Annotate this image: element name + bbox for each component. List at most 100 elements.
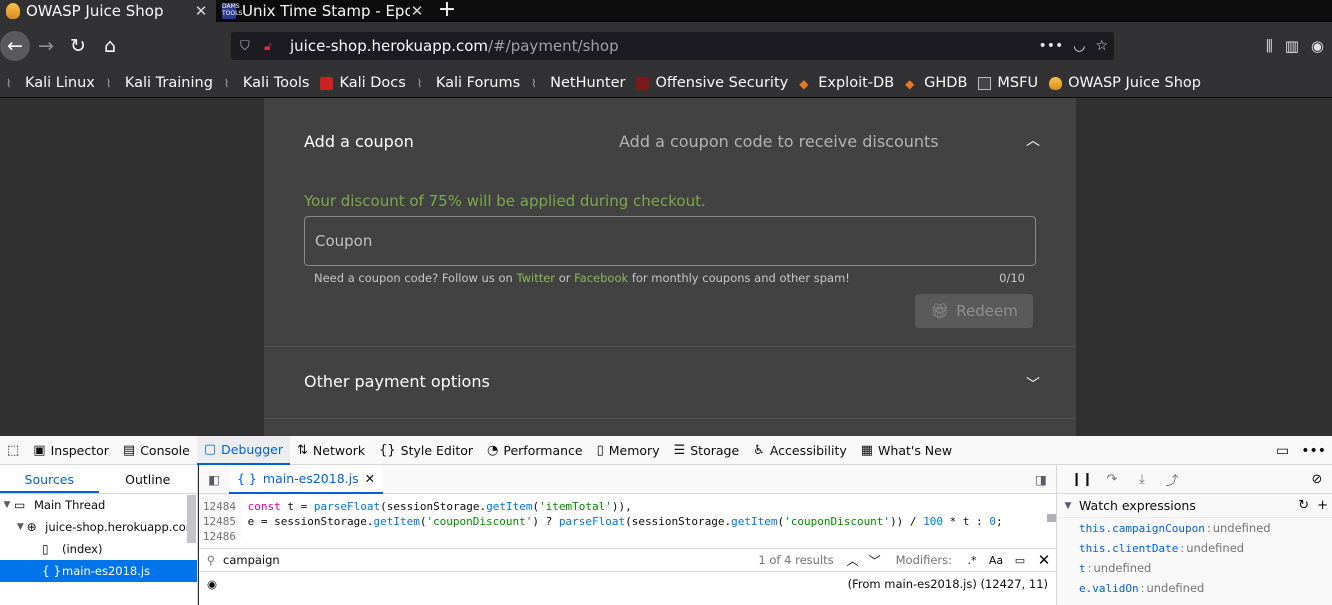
tab-console[interactable]: ▤ Console	[116, 436, 197, 465]
exploit-db-icon: ◆	[799, 76, 809, 91]
bookmark-nethunter[interactable]: ⌇ NetHunter	[531, 75, 625, 91]
tab-debugger[interactable]: ▢ Debugger	[196, 435, 290, 465]
browser-tab-juice-shop[interactable]: OWASP Juice Shop ✕	[0, 0, 216, 22]
close-tab-icon[interactable]: ✕	[410, 2, 424, 20]
bookmark-kali-forums[interactable]: ⌇ Kali Forums	[417, 75, 520, 91]
tab-storage[interactable]: ☰ Storage	[667, 436, 747, 465]
watch-item[interactable]: this.clientDate: undefined	[1057, 538, 1332, 558]
bookmark-kali-linux[interactable]: ⌇ Kali Linux	[6, 75, 95, 91]
memory-icon: ▯	[596, 442, 604, 458]
tab-network[interactable]: ⇅ Network	[290, 436, 372, 465]
watch-item[interactable]: this.campaignCoupon: undefined	[1057, 518, 1332, 538]
tree-host[interactable]: ▼ ⊕ juice-shop.herokuapp.com	[0, 516, 197, 538]
deactivate-breakpoints-icon[interactable]: ⊘	[1302, 472, 1332, 487]
performance-icon: ◔	[487, 442, 499, 458]
new-tab-button[interactable]: +	[432, 0, 462, 22]
expand-arrow-icon[interactable]: ▼	[14, 522, 27, 532]
expand-arrow-icon[interactable]: ▼	[0, 500, 14, 510]
tab-inspector[interactable]: ▣ Inspector	[26, 436, 116, 465]
reload-button[interactable]: ↻	[62, 30, 94, 62]
case-sensitive-toggle-icon[interactable]: Aa	[984, 554, 1008, 567]
chevron-up-icon[interactable]: ︿	[1026, 130, 1040, 150]
thread-icon: ▭	[14, 498, 26, 512]
close-tab-icon[interactable]: ✕	[365, 471, 375, 486]
facebook-link[interactable]: Facebook	[574, 271, 628, 285]
nethunter-icon: ⌇	[531, 76, 537, 90]
watch-expressions-header[interactable]: ▼ Watch expressions ↻ +	[1057, 494, 1332, 518]
tree-index[interactable]: ▯ (index)	[0, 538, 197, 560]
regex-toggle-icon[interactable]: .*	[960, 554, 984, 567]
code-editor: ◧ { } main-es2018.js ✕ ◨ 12484 const t =…	[199, 464, 1056, 605]
bookmark-msfu[interactable]: MSFU	[978, 75, 1038, 91]
responsive-mode-icon[interactable]: ▭	[1276, 443, 1289, 459]
network-icon: ⇅	[297, 442, 308, 458]
add-coupon-description: Add a coupon code to receive discounts	[619, 132, 939, 151]
account-icon[interactable]: ◉	[1311, 37, 1324, 55]
other-payment-heading[interactable]: Other payment options	[304, 372, 490, 391]
bookmark-kali-docs[interactable]: Kali Docs	[320, 75, 406, 91]
watch-item[interactable]: e.validOn: undefined	[1057, 578, 1332, 598]
tree-main-thread[interactable]: ▼ ▭ Main Thread	[0, 494, 197, 516]
tab-sources[interactable]: Sources	[0, 465, 99, 493]
bookmark-owasp-juice-shop[interactable]: OWASP Juice Shop	[1049, 75, 1201, 91]
coupon-input[interactable]: Coupon	[304, 216, 1036, 266]
previous-result-icon[interactable]: ︿	[842, 552, 864, 569]
home-button[interactable]: ⌂	[94, 30, 126, 62]
tab-memory[interactable]: ▯ Memory	[590, 436, 667, 465]
page-actions-icon[interactable]: •••	[1038, 38, 1063, 54]
style-editor-icon: {}	[379, 442, 396, 458]
bookmark-offensive-security[interactable]: Offensive Security	[636, 75, 788, 91]
bookmark-star-icon[interactable]: ☆	[1095, 38, 1108, 54]
js-file-icon: { }	[42, 564, 62, 578]
expand-arrow-icon[interactable]: ▼	[1057, 501, 1079, 511]
tab-accessibility[interactable]: ♿︎ Accessibility	[746, 436, 854, 465]
toggle-right-pane-icon[interactable]: ◨	[1026, 472, 1056, 487]
sources-scrollbar[interactable]	[187, 495, 196, 543]
debugger-right-pane: ❙❙ ↷ ⤓ ⤴ ⊘ ▼ Watch expressions ↻ + this.…	[1056, 465, 1332, 605]
devtools-menu-icon[interactable]: •••	[1301, 443, 1326, 459]
element-picker-button[interactable]: ⬚	[0, 436, 26, 465]
bookmark-ghdb[interactable]: ◆ GHDB	[905, 75, 967, 91]
tab-performance[interactable]: ◔ Performance	[480, 436, 590, 465]
bookmark-exploit-db[interactable]: ◆ Exploit-DB	[799, 75, 894, 91]
editor-tab-main-es2018[interactable]: { } main-es2018.js ✕	[229, 464, 384, 494]
refresh-icon[interactable]: ↻	[1298, 498, 1309, 513]
bookmark-kali-training[interactable]: ⌇ Kali Training	[106, 75, 213, 91]
close-search-icon[interactable]: ✕	[1032, 551, 1056, 569]
bookmark-kali-tools[interactable]: ⌇ Kali Tools	[224, 75, 310, 91]
url-bar[interactable]: ⛉ 🔓︎ juice-shop.herokuapp.com/#/payment/…	[231, 32, 1114, 60]
watch-item[interactable]: t: undefined	[1057, 558, 1332, 578]
step-over-icon[interactable]: ↷	[1097, 472, 1127, 487]
library-icon[interactable]: ⫼	[1266, 37, 1273, 55]
close-tab-icon[interactable]: ✕	[194, 2, 208, 20]
add-icon[interactable]: +	[1317, 498, 1328, 513]
pause-icon[interactable]: ❙❙	[1067, 472, 1097, 487]
search-input[interactable]: campaign	[223, 553, 758, 567]
browser-tab-unix-time[interactable]: DAMSTOOLS Unix Time Stamp - Epoch ✕	[216, 0, 432, 22]
twitter-link[interactable]: Twitter	[516, 271, 555, 285]
code-view[interactable]: 12484 const t = parseFloat(sessionStorag…	[199, 494, 1047, 542]
pocket-icon[interactable]: ◡	[1073, 38, 1085, 54]
add-coupon-heading[interactable]: Add a coupon	[304, 132, 414, 151]
tab-whats-new[interactable]: ▦ What's New	[854, 436, 959, 465]
editor-scrollbar[interactable]	[1047, 514, 1056, 522]
sidebar-icon[interactable]: ▥	[1285, 37, 1299, 55]
tab-title: Unix Time Stamp - Epoch	[242, 2, 410, 20]
step-in-icon[interactable]: ⤓	[1127, 472, 1157, 487]
tab-style-editor[interactable]: {} Style Editor	[372, 436, 480, 465]
redeem-button[interactable]: 🎁︎ Redeem	[915, 294, 1033, 328]
insecure-lock-icon[interactable]: 🔓︎	[264, 39, 284, 54]
tree-main-es2018[interactable]: { } main-es2018.js	[0, 560, 197, 582]
chevron-down-icon[interactable]: ﹀	[1026, 374, 1040, 394]
forward-button[interactable]: →	[30, 30, 62, 62]
step-out-icon[interactable]: ⤴	[1157, 470, 1187, 489]
devtools-toolbar: ⬚ ▣ Inspector ▤ Console ▢ Debugger ⇅ Network…	[0, 435, 1332, 465]
toggle-sidebar-icon[interactable]: ◧	[199, 472, 229, 487]
code-line: 12486	[199, 529, 1047, 542]
back-button[interactable]: ←	[0, 30, 30, 61]
tracking-shield-icon[interactable]: ⛉	[240, 39, 258, 54]
next-result-icon[interactable]: ﹀	[864, 552, 886, 569]
eye-icon[interactable]: ◉	[199, 577, 225, 591]
tab-outline[interactable]: Outline	[99, 465, 198, 493]
whole-word-toggle-icon[interactable]: ▭	[1008, 554, 1032, 567]
